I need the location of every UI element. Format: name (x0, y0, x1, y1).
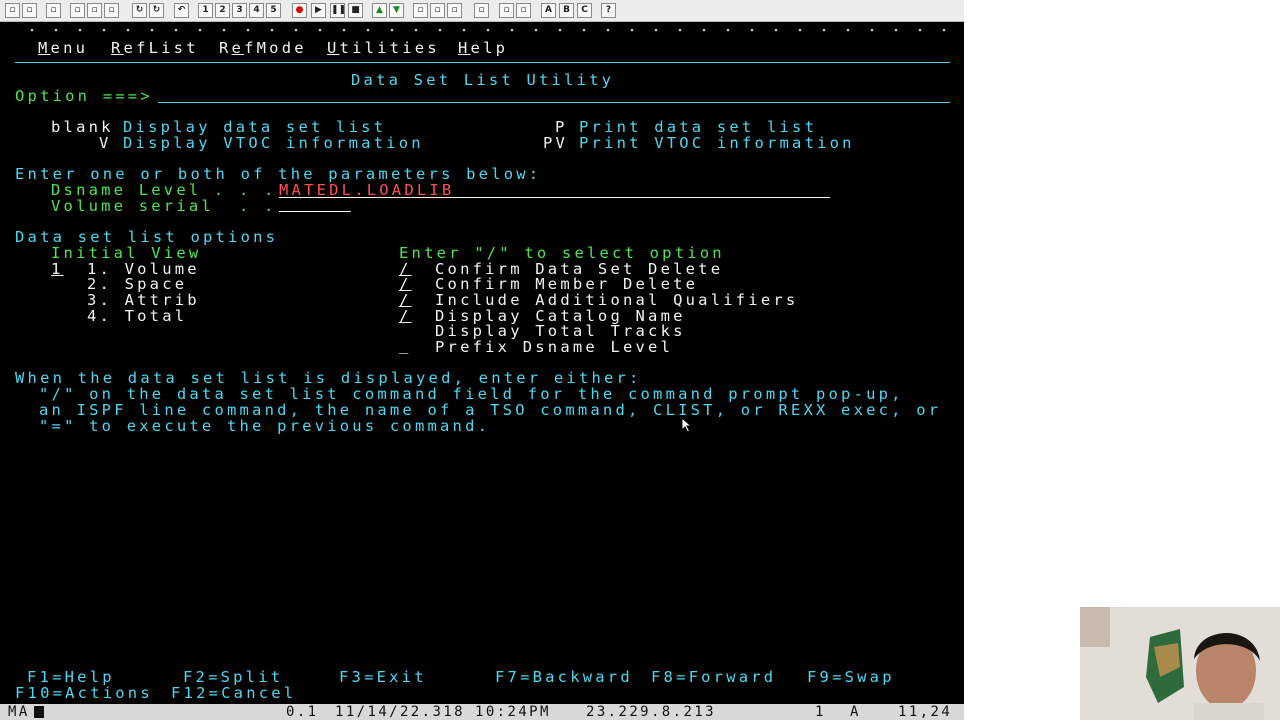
option-check[interactable]: _ (399, 336, 412, 354)
help-line-4: "=" to execute the previous command. (39, 417, 491, 435)
option-input[interactable] (158, 102, 950, 103)
macro1-icon[interactable]: 1 (198, 3, 213, 18)
b-icon[interactable]: B (559, 3, 574, 18)
receive-icon[interactable]: ▫ (499, 3, 514, 18)
blank-area (964, 0, 1280, 607)
menu-label-reflist-rest: efList (123, 39, 199, 57)
menu-label-menu-rest: enu (50, 39, 89, 57)
dsname-field-underline (279, 197, 830, 198)
record-icon[interactable]: ● (292, 3, 307, 18)
action-desc-print-vtoc: Print VTOC information (579, 134, 855, 152)
macro3-icon[interactable]: 3 (232, 3, 247, 18)
macro5-icon[interactable]: 5 (266, 3, 281, 18)
panel-title: Data Set List Utility (351, 71, 615, 89)
menu-label-refmode-start: R (219, 39, 232, 57)
paste-icon[interactable]: ▫ (104, 3, 119, 18)
macro2-icon[interactable]: 2 (215, 3, 230, 18)
status-field1: 0.1 (286, 704, 319, 720)
menu-label-refmode-mnemonic: e (231, 39, 245, 57)
action-bar-divider (15, 62, 950, 63)
copy-icon[interactable]: ▫ (87, 3, 102, 18)
menu-item-refmode[interactable]: RefMode (219, 39, 307, 57)
menu-item-utilities[interactable]: Utilities (327, 39, 440, 57)
volume-field-underline (279, 211, 351, 212)
a-icon[interactable]: A (541, 3, 556, 18)
macro4-icon[interactable]: 4 (249, 3, 264, 18)
webcam-overlay (1080, 607, 1280, 720)
option-check[interactable]: / (399, 307, 412, 325)
help-icon[interactable]: ? (601, 3, 616, 18)
cut-icon[interactable]: ▫ (70, 3, 85, 18)
status-time: 10:24PM (475, 704, 551, 720)
fkey-f10[interactable]: F10=Actions (15, 684, 153, 702)
refresh-icon[interactable]: ↻ (132, 3, 147, 18)
emulator-status-bar: MA 0.1 11/14/22.318 10:24PM 23.229.8.213… (0, 704, 964, 720)
fkey-f12[interactable]: F12=Cancel (171, 684, 296, 702)
action-desc-display-vtoc: Display VTOC information (123, 134, 424, 152)
status-timestamp: 11/14/22.318 (335, 704, 465, 720)
stop-icon[interactable]: ■ (348, 3, 363, 18)
layout3-icon[interactable]: ▫ (447, 3, 462, 18)
status-host: 23.229.8.213 (586, 704, 716, 720)
print-icon[interactable]: ▫ (46, 3, 61, 18)
menu-label-help-rest: elp (470, 39, 509, 57)
connect-icon[interactable]: ↻ (149, 3, 164, 18)
action-key-pv: PV (543, 134, 569, 152)
down-icon[interactable]: ▼ (389, 3, 404, 18)
status-cursor-pos: 11,24 (898, 704, 953, 720)
send-icon[interactable]: ▫ (474, 3, 489, 18)
status-num: 1 (815, 704, 826, 720)
initial-view-field[interactable]: 1 (51, 260, 64, 278)
layout2-icon[interactable]: ▫ (430, 3, 445, 18)
menu-item-reflist[interactable]: RefList (111, 39, 199, 57)
menu-item-menu[interactable]: Menu (38, 39, 88, 57)
terminal-top-dots (20, 28, 950, 32)
person-image (1080, 607, 1280, 720)
layout1-icon[interactable]: ▫ (413, 3, 428, 18)
option-label: Prefix Dsname Level (435, 338, 674, 356)
emulator-toolbar: ▫ ▫ ▫ ▫ ▫ ▫ ↻ ↻ ↶ 1 2 3 4 5 ● ▶ ❚❚ ■ ▲ ▼ ▫ ▫ ▫ ▫ ▫ ▫ A B C? (0, 0, 964, 22)
fkey-f7[interactable]: F7=Backward (495, 668, 633, 686)
fkey-f3[interactable]: F3=Exit (339, 668, 427, 686)
new-icon[interactable]: ▫ (5, 3, 20, 18)
session-indicator: MA (8, 704, 30, 720)
view-total: 4. Total (87, 307, 188, 325)
action-key-v: V (99, 134, 112, 152)
fkey-f8[interactable]: F8=Forward (651, 668, 776, 686)
status-mode: A (850, 704, 861, 720)
undo-icon[interactable]: ↶ (174, 3, 189, 18)
volume-label: Volume serial . . (51, 197, 277, 215)
terminal-screen[interactable]: Menu RefList RefMode Utilities Help Data… (0, 22, 964, 704)
pause-icon[interactable]: ❚❚ (330, 3, 346, 18)
play-icon[interactable]: ▶ (311, 3, 326, 18)
up-icon[interactable]: ▲ (372, 3, 387, 18)
cursor-block (34, 706, 44, 718)
open-icon[interactable]: ▫ (22, 3, 37, 18)
option-prompt: Option ===> (15, 87, 153, 105)
edit-icon[interactable]: ▫ (516, 3, 531, 18)
menu-item-help[interactable]: Help (458, 39, 508, 57)
mouse-pointer-icon (681, 417, 693, 433)
menu-label-utilities-rest: tilities (339, 39, 440, 57)
fkey-f9[interactable]: F9=Swap (807, 668, 895, 686)
menu-label-refmode-rest: fMode (244, 39, 307, 57)
c-icon[interactable]: C (577, 3, 592, 18)
